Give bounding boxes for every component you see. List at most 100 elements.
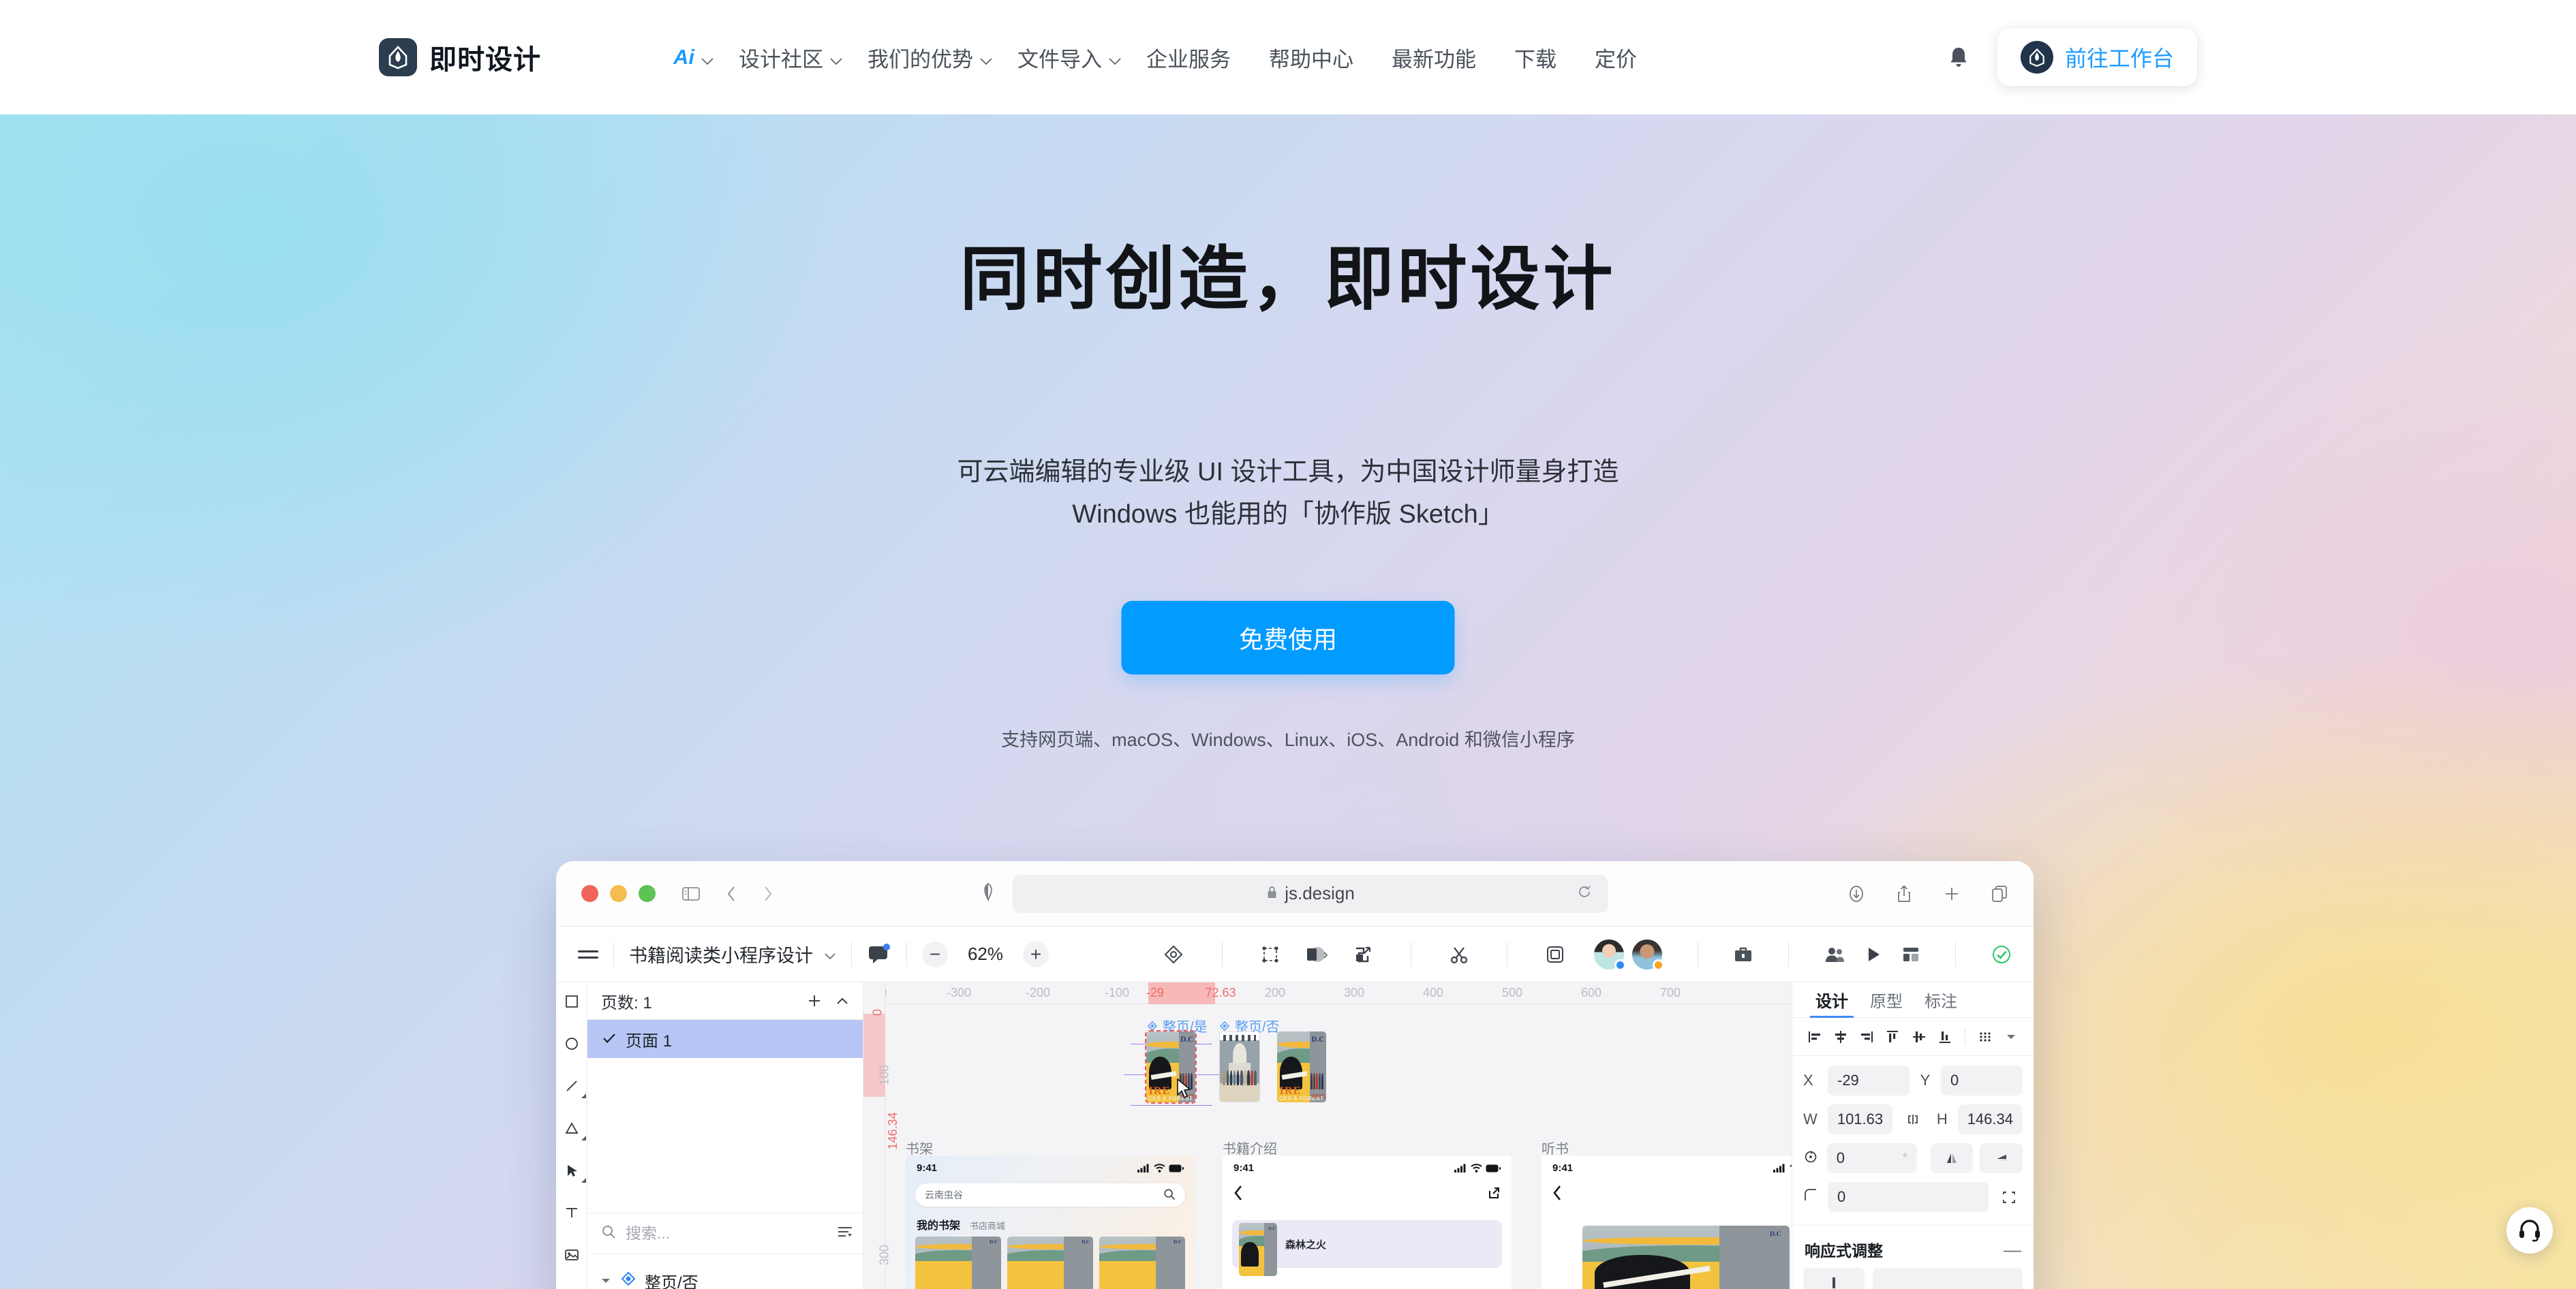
nav-item-import[interactable]: 文件导入 [998, 30, 1127, 84]
zoom-level-value[interactable]: 62% [959, 944, 1012, 965]
share-members-icon[interactable] [1824, 946, 1845, 963]
pen-tool-icon[interactable] [564, 1162, 586, 1183]
vertical-ruler[interactable]: 0 100 146.34 300 400 [863, 982, 900, 1289]
rotation-input[interactable]: 0 ° [1826, 1143, 1917, 1173]
plus-icon[interactable] [807, 993, 822, 1008]
zoom-in-button[interactable]: + [1023, 941, 1049, 967]
distribute-icon[interactable] [1972, 1023, 1998, 1051]
caret-expanded-icon[interactable] [600, 1277, 612, 1284]
window-traffic-lights[interactable] [581, 885, 656, 902]
align-center-h-icon[interactable] [1828, 1023, 1854, 1051]
bell-icon[interactable] [1943, 42, 1974, 73]
collaborator-avatars[interactable] [1594, 939, 1664, 971]
free-trial-button[interactable]: 免费使用 [1121, 601, 1455, 674]
search-icon[interactable] [1163, 1188, 1176, 1202]
mask-icon[interactable] [1303, 945, 1330, 964]
customer-support-button[interactable] [2506, 1207, 2553, 1254]
book-cover[interactable]: D.C [1007, 1237, 1093, 1289]
avatar[interactable] [1632, 939, 1664, 971]
image-tool-icon[interactable] [564, 1247, 580, 1263]
component-icon[interactable] [1163, 944, 1184, 965]
book-detail-card[interactable]: D.C 森林之火 [1232, 1220, 1502, 1276]
search-input[interactable] [626, 1224, 827, 1243]
plus-icon[interactable] [1944, 886, 1960, 902]
book-cover[interactable]: D.C [1099, 1237, 1185, 1289]
avatar[interactable] [1594, 939, 1626, 971]
h-input[interactable]: 146.34 [1957, 1104, 2023, 1134]
present-icon[interactable] [1865, 946, 1882, 963]
chevron-right-icon[interactable] [762, 885, 774, 903]
nav-item-community[interactable]: 设计社区 [720, 30, 848, 84]
saved-check-icon[interactable] [1991, 944, 2012, 965]
frame-label[interactable]: 书架 [906, 1138, 933, 1158]
align-right-icon[interactable] [1854, 1023, 1880, 1051]
constraint-vertical-icon[interactable] [1803, 1268, 1865, 1289]
frame-label[interactable]: 听书 [1542, 1138, 1569, 1158]
tool-expand-caret-icon[interactable] [581, 1178, 586, 1183]
phone-mockup-bookshelf[interactable]: 9:41 云南虫谷 我的书架 书店商城 D.C D.C D.C [906, 1155, 1195, 1289]
url-bar[interactable]: js.design [1013, 874, 1608, 913]
close-window-icon[interactable] [581, 885, 598, 902]
tab-prototype[interactable]: 原型 [1859, 982, 1914, 1018]
align-top-icon[interactable] [1880, 1023, 1905, 1051]
polygon-tool-icon[interactable] [564, 1120, 586, 1140]
assets-icon[interactable] [1734, 946, 1753, 963]
nav-item-ai[interactable]: Ai [654, 30, 720, 84]
external-link-icon[interactable] [1487, 1186, 1501, 1204]
link-ratio-icon[interactable] [1899, 1106, 1927, 1133]
crop-icon[interactable] [1546, 945, 1565, 964]
chevron-up-icon[interactable] [835, 996, 849, 1006]
book-cover[interactable]: D.C [915, 1237, 1001, 1289]
chevron-left-icon[interactable] [1233, 1185, 1243, 1205]
canvas-content[interactable]: 整页/是 整页/否 D.C IRE CKS A FOREST D.C IRE C… [885, 1004, 1792, 1289]
boolean-icon[interactable] [1353, 945, 1373, 964]
layout-icon[interactable] [1902, 946, 1920, 963]
constraint-dropdown[interactable] [1873, 1268, 2023, 1289]
nav-item-download[interactable]: 下载 [1495, 30, 1576, 84]
scissors-icon[interactable] [1450, 945, 1469, 964]
go-to-workbench-button[interactable]: 前往工作台 [1997, 29, 2197, 86]
ellipse-tool-icon[interactable] [564, 1036, 580, 1052]
tab-bookstore[interactable]: 书店商城 [970, 1219, 1005, 1232]
design-canvas[interactable]: -400 -300 -200 -100 -29 72.63 200 300 40… [863, 982, 1792, 1289]
frame-icon[interactable] [1261, 945, 1280, 964]
flip-vertical-icon[interactable] [1980, 1143, 2023, 1173]
comment-icon[interactable] [867, 942, 891, 967]
collapse-section-button[interactable]: — [2004, 1239, 2021, 1260]
sort-filter-icon[interactable] [837, 1226, 853, 1241]
brand-logo-group[interactable]: 即时设计 [379, 37, 541, 77]
align-left-icon[interactable] [1802, 1023, 1828, 1051]
corner-independent-icon[interactable] [1995, 1183, 2023, 1211]
horizontal-ruler[interactable]: -400 -300 -200 -100 -29 72.63 200 300 40… [863, 982, 1792, 1004]
sidebar-toggle-icon[interactable] [681, 886, 701, 902]
layer-item[interactable]: 整页/否 [587, 1261, 863, 1289]
tab-annotation[interactable]: 标注 [1914, 982, 1968, 1018]
w-input[interactable]: 101.63 [1827, 1104, 1893, 1134]
page-list-item[interactable]: 页面 1 [587, 1020, 863, 1058]
phone-mockup-book-detail[interactable]: 9:41 D.C 森林之火 [1223, 1155, 1512, 1289]
chevron-left-icon[interactable] [1552, 1185, 1562, 1205]
chevron-left-icon[interactable] [725, 885, 737, 903]
phone-mockup-audio[interactable]: 9:41 D.C [1542, 1155, 1792, 1289]
phone-search-field[interactable]: 云南虫谷 [915, 1183, 1185, 1207]
x-input[interactable]: -29 [1828, 1066, 1910, 1096]
rectangle-tool-icon[interactable] [564, 993, 580, 1010]
nav-item-enterprise[interactable]: 企业服务 [1127, 30, 1250, 84]
tab-my-shelf[interactable]: 我的书架 [917, 1216, 960, 1232]
reload-icon[interactable] [1577, 883, 1592, 904]
y-input[interactable]: 0 [1941, 1066, 2023, 1096]
artboard-capitol[interactable] [1219, 1031, 1260, 1102]
document-title-dropdown[interactable]: 书籍阅读类小程序设计 [629, 941, 836, 967]
nav-item-advantages[interactable]: 我们的优势 [848, 30, 998, 84]
tool-expand-caret-icon[interactable] [581, 1093, 586, 1098]
share-icon[interactable] [1896, 884, 1912, 903]
artboard-poster-right[interactable]: D.C IRE CKS A FOREST WAYS [1277, 1031, 1326, 1102]
nav-item-pricing[interactable]: 定价 [1576, 30, 1656, 84]
nav-item-whatsnew[interactable]: 最新功能 [1373, 30, 1495, 84]
flip-horizontal-icon[interactable] [1930, 1143, 1974, 1173]
minimize-window-icon[interactable] [610, 885, 627, 902]
line-tool-icon[interactable] [564, 1078, 586, 1098]
maximize-window-icon[interactable] [639, 885, 656, 902]
hamburger-icon[interactable] [578, 950, 598, 959]
text-tool-icon[interactable] [564, 1205, 580, 1221]
